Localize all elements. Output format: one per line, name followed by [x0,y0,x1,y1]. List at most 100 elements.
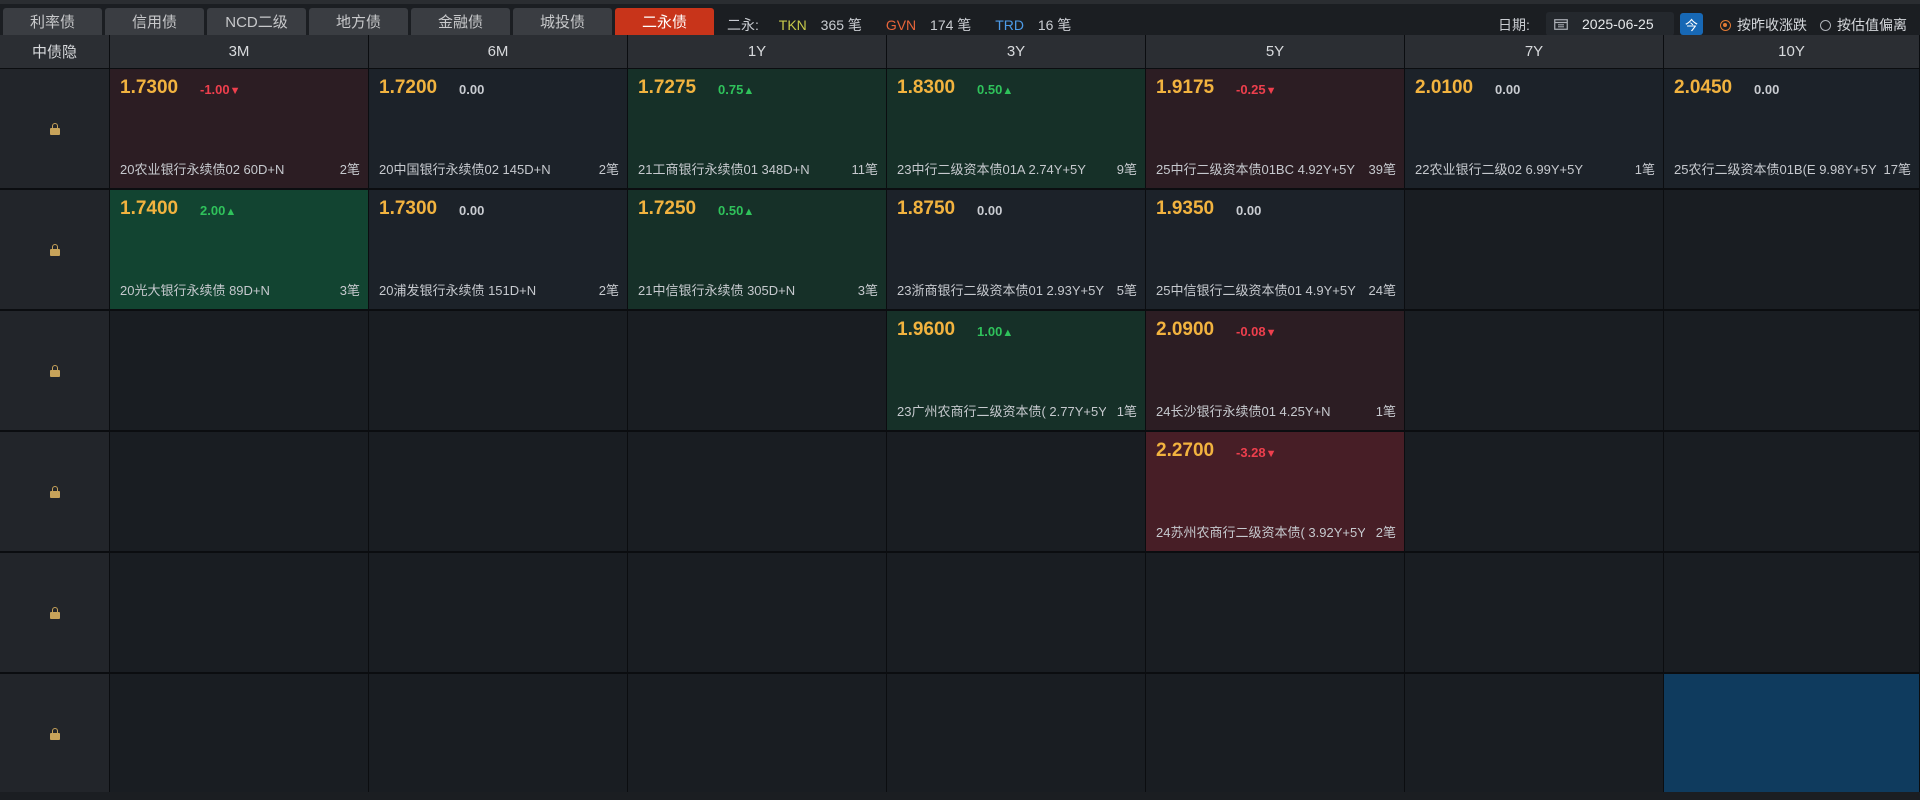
cell-trade-count: 39笔 [1368,162,1396,177]
tab-1[interactable]: 信用债 [105,8,204,35]
arrow-up-icon: ▲ [743,85,755,97]
cell-change: 0.50▲ [718,203,754,218]
empty-cell[interactable] [628,432,887,553]
tab-5[interactable]: 城投债 [513,8,612,35]
column-header-5y[interactable]: 5Y [1146,35,1405,69]
quote-cell[interactable]: 2.0450 0.00 25农行二级资本债01B(E 9.98Y+5Y 17笔 [1664,69,1920,190]
quote-cell[interactable]: 1.7300 0.00 20浦发银行永续债 151D+N 2笔 [369,190,628,311]
arrow-down-icon: ▼ [1265,85,1277,97]
sort-by-prev-close-radio[interactable]: 按昨收涨跌 [1720,15,1807,35]
cell-change-value: 0.00 [1236,203,1262,218]
quote-cell[interactable]: 1.8300 0.50▲ 23中行二级资本债01A 2.74Y+5Y 9笔 [887,69,1146,190]
empty-cell[interactable] [110,311,369,432]
empty-cell[interactable] [1664,432,1920,553]
cell-change: 0.00 [1754,82,1779,97]
selected-cell[interactable] [1664,674,1920,795]
column-header-6m[interactable]: 6M [369,35,628,69]
cell-price: 1.7250 [638,198,697,219]
quote-cell[interactable]: 2.0900 -0.08▼ 24长沙银行永续债01 4.25Y+N 1笔 [1146,311,1405,432]
empty-cell[interactable] [887,432,1146,553]
radio-selected-icon [1720,19,1731,31]
column-header-3m[interactable]: 3M [110,35,369,69]
tab-4[interactable]: 金融债 [411,8,510,35]
empty-cell[interactable] [1664,311,1920,432]
quote-cell[interactable]: 1.9175 -0.25▼ 25中行二级资本债01BC 4.92Y+5Y 39笔 [1146,69,1405,190]
empty-cell[interactable] [1405,190,1664,311]
cell-trade-count: 17笔 [1883,162,1911,177]
radio-unselected-icon [1820,19,1831,31]
arrow-down-icon: ▼ [229,85,241,97]
quote-count-summary: 二永: TKN 365 笔 GVN 174 笔 TRD 16 笔 [727,15,1091,35]
empty-cell[interactable] [628,674,887,795]
cell-trade-count: 11笔 [851,162,879,177]
empty-cell[interactable] [1664,553,1920,674]
empty-cell[interactable] [1405,674,1664,795]
empty-cell[interactable] [887,553,1146,674]
empty-cell[interactable] [1405,553,1664,674]
cell-price: 1.7200 [379,77,438,98]
row-lock-cell[interactable] [0,553,110,674]
quote-cell[interactable]: 1.9350 0.00 25中信银行二级资本债01 4.9Y+5Y 24笔 [1146,190,1405,311]
empty-cell[interactable] [369,674,628,795]
cell-change-value: 0.00 [459,82,485,97]
tab-6[interactable]: 二永债 [615,8,714,35]
empty-cell[interactable] [1405,311,1664,432]
cell-trade-count: 5笔 [1116,283,1137,298]
column-header-10y[interactable]: 10Y [1664,35,1920,69]
cell-change-value: -3.28 [1236,445,1266,460]
column-header-3y[interactable]: 3Y [887,35,1146,69]
quote-cell[interactable]: 1.7300 -1.00▼ 20农业银行永续债02 60D+N 2笔 [110,69,369,190]
empty-cell[interactable] [110,674,369,795]
empty-cell[interactable] [1146,553,1405,674]
calendar-icon [1554,19,1568,30]
empty-cell[interactable] [110,553,369,674]
date-picker[interactable]: 2025-06-25 [1546,12,1674,36]
cell-bond-name: 20光大银行永续债 89D+N [120,283,270,298]
tab-0[interactable]: 利率债 [3,8,102,35]
tab-2[interactable]: NCD二级 [207,8,306,35]
quote-cell[interactable]: 1.8750 0.00 23浙商银行二级资本债01 2.93Y+5Y 5笔 [887,190,1146,311]
empty-cell[interactable] [887,674,1146,795]
quote-cell[interactable]: 2.2700 -3.28▼ 24苏州农商行二级资本债( 3.92Y+5Y 2笔 [1146,432,1405,553]
cell-change: 1.00▲ [977,324,1013,339]
sort-by-valuation-radio[interactable]: 按估值偏离 [1820,15,1907,35]
lock-icon [49,727,60,740]
column-header-7y[interactable]: 7Y [1405,35,1664,69]
cell-bond-name: 20农业银行永续债02 60D+N [120,162,285,177]
empty-cell[interactable] [369,553,628,674]
empty-cell[interactable] [1405,432,1664,553]
today-button[interactable]: 今 [1680,13,1703,35]
cell-trade-count: 9笔 [1116,162,1137,177]
quote-cell[interactable]: 1.9600 1.00▲ 23广州农商行二级资本债( 2.77Y+5Y 1笔 [887,311,1146,432]
corner-header: 中债隐 [0,35,110,69]
row-lock-cell[interactable] [0,69,110,190]
lock-icon [49,606,60,619]
empty-cell[interactable] [628,553,887,674]
column-header-1y[interactable]: 1Y [628,35,887,69]
quote-cell[interactable]: 1.7275 0.75▲ 21工商银行永续债01 348D+N 11笔 [628,69,887,190]
empty-cell[interactable] [369,311,628,432]
cell-bond-name: 22农业银行二级02 6.99Y+5Y [1415,162,1583,177]
quote-cell[interactable]: 1.7200 0.00 20中国银行永续债02 145D+N 2笔 [369,69,628,190]
row-lock-cell[interactable] [0,190,110,311]
horizontal-scrollbar[interactable] [0,792,1920,800]
trd-count: 16 笔 [1037,17,1072,33]
empty-cell[interactable] [369,432,628,553]
empty-cell[interactable] [1664,190,1920,311]
empty-cell[interactable] [628,311,887,432]
empty-cell[interactable] [1146,674,1405,795]
quote-cell[interactable]: 1.7250 0.50▲ 21中信银行永续债 305D+N 3笔 [628,190,887,311]
cell-change-value: 0.50 [718,203,744,218]
row-lock-cell[interactable] [0,674,110,795]
row-lock-cell[interactable] [0,432,110,553]
tab-3[interactable]: 地方债 [309,8,408,35]
row-lock-cell[interactable] [0,311,110,432]
quote-cell[interactable]: 1.7400 2.00▲ 20光大银行永续债 89D+N 3笔 [110,190,369,311]
quote-cell[interactable]: 2.0100 0.00 22农业银行二级02 6.99Y+5Y 1笔 [1405,69,1664,190]
cell-price: 1.7275 [638,77,697,98]
cell-trade-count: 2笔 [598,162,619,177]
cell-bond-name: 23浙商银行二级资本债01 2.93Y+5Y [897,283,1104,298]
cell-trade-count: 2笔 [1375,525,1396,540]
empty-cell[interactable] [110,432,369,553]
cell-price: 1.8750 [897,198,956,219]
